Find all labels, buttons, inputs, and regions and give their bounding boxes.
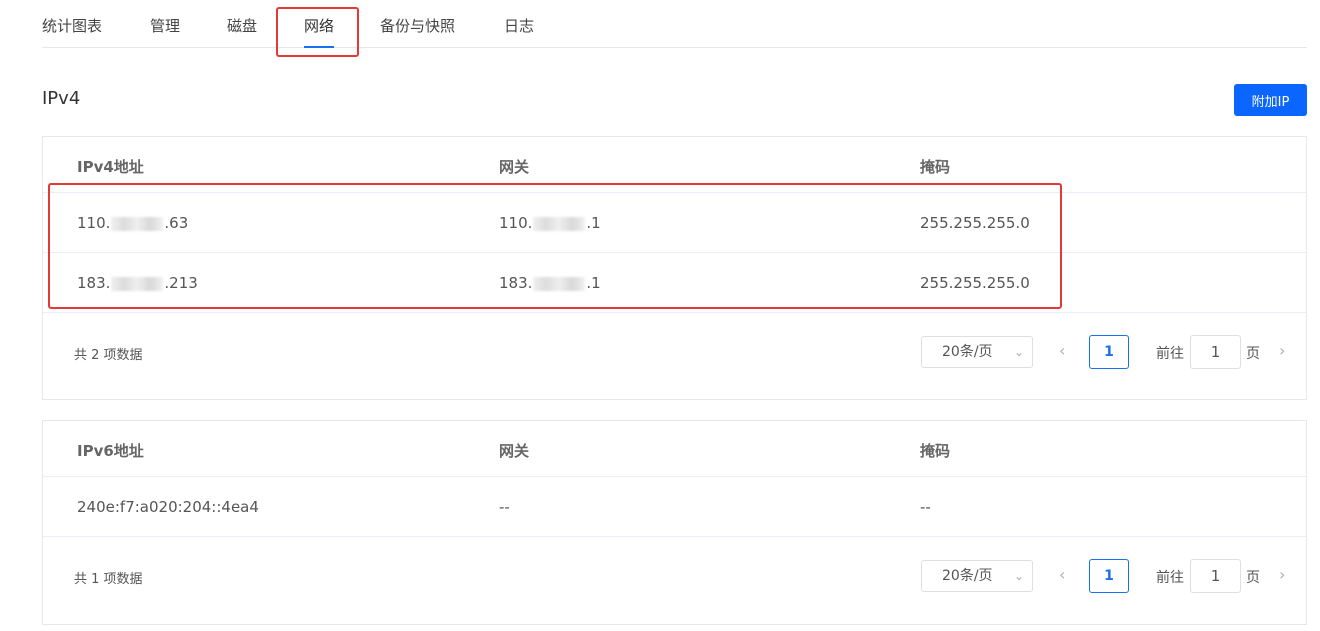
page-number-current[interactable]: 1 [1089, 335, 1129, 369]
page-size-select[interactable]: 20条/页 ⌄ [921, 560, 1033, 592]
table-header: IPv6地址 网关 掩码 [43, 421, 1306, 477]
pagination: 共 2 项数据 20条/页⌄ ‹ 1 › 前往 页 [43, 313, 1306, 399]
tab-backup-snapshot[interactable]: 备份与快照 [380, 15, 455, 48]
section-title: IPv4 [42, 88, 81, 109]
tab-logs[interactable]: 日志 [504, 15, 534, 48]
page-number-current[interactable]: 1 [1089, 559, 1129, 593]
goto-unit: 页 [1246, 570, 1260, 586]
chevron-down-icon: ⌄ [1013, 569, 1024, 583]
ipv6-table: IPv6地址 网关 掩码 240e:f7:a020:204::4ea4 -- -… [42, 420, 1307, 625]
goto-label: 前往 [1156, 570, 1184, 586]
page-size-select[interactable]: 20条/页 ⌄ [921, 336, 1033, 368]
chevron-down-icon: ⌄ [1013, 345, 1024, 359]
goto-unit: 页 [1246, 346, 1260, 362]
column-header-address: IPv6地址 [77, 442, 144, 460]
mask-cell: -- [920, 498, 931, 516]
tab-disk[interactable]: 磁盘 [227, 15, 257, 48]
total-count: 共 2 项数据 [74, 348, 143, 363]
column-header-gateway: 网关 [499, 158, 530, 176]
table-row: 240e:f7:a020:204::4ea4 -- -- [43, 477, 1306, 537]
total-count: 共 1 项数据 [74, 572, 143, 587]
ip-address-cell: 240e:f7:a020:204::4ea4 [77, 498, 259, 516]
rows-highlight-box [48, 183, 1062, 309]
goto-label: 前往 [1156, 346, 1184, 362]
tab-highlight-box [276, 7, 359, 57]
tab-charts[interactable]: 统计图表 [42, 15, 102, 48]
column-header-mask: 掩码 [920, 158, 951, 176]
column-header-address: IPv4地址 [77, 158, 144, 176]
goto-page-input[interactable] [1190, 335, 1241, 369]
chevron-right-icon[interactable]: › [1279, 341, 1285, 360]
add-ip-button[interactable]: 附加IP [1234, 84, 1307, 116]
column-header-gateway: 网关 [499, 442, 530, 460]
column-header-mask: 掩码 [920, 442, 951, 460]
chevron-left-icon[interactable]: ‹ [1059, 341, 1065, 360]
goto-page-input[interactable] [1190, 559, 1241, 593]
chevron-right-icon[interactable]: › [1279, 565, 1285, 584]
gateway-cell: -- [499, 498, 510, 516]
tab-manage[interactable]: 管理 [150, 15, 180, 48]
tab-bar: 统计图表 管理 磁盘 网络 备份与快照 日志 [42, 0, 1307, 48]
chevron-left-icon[interactable]: ‹ [1059, 565, 1065, 584]
pagination: 共 1 项数据 20条/页⌄ ‹ 1 › 前往 页 [43, 537, 1306, 623]
